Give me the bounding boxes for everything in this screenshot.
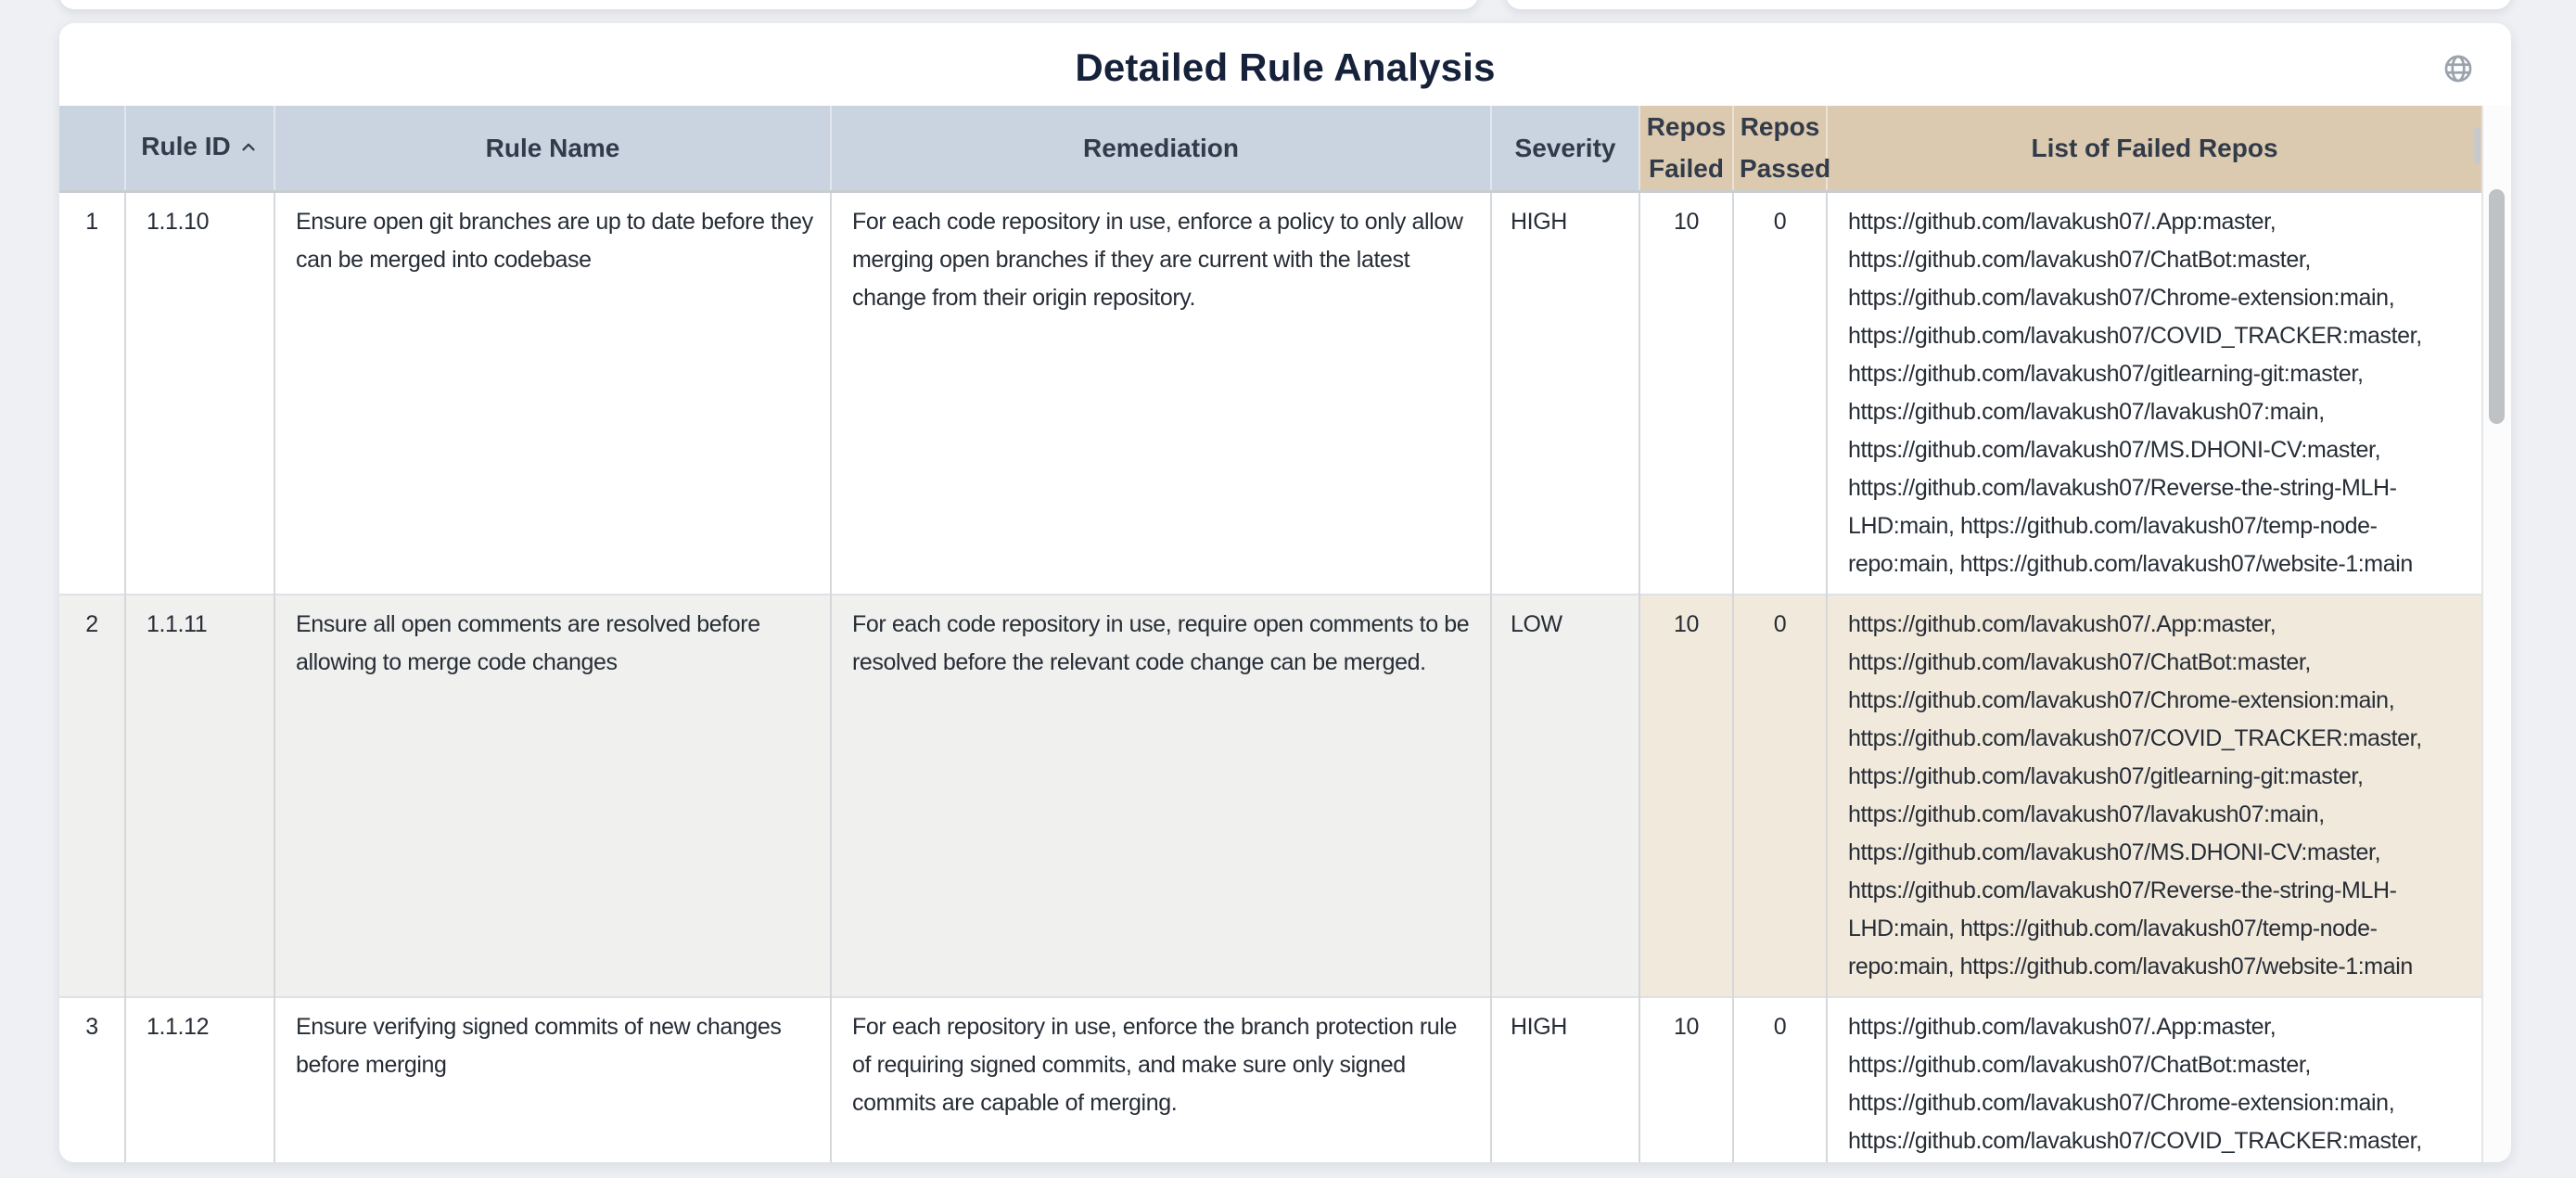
- column-header-row-number: [59, 106, 125, 191]
- top-card-left: [59, 0, 1478, 9]
- severity-cell: HIGH: [1491, 191, 1639, 595]
- column-header-repos-failed[interactable]: Repos Failed: [1639, 106, 1733, 191]
- rule-id-cell: 1.1.11: [125, 595, 274, 997]
- remediation-cell: For each code repository in use, require…: [831, 595, 1491, 997]
- top-card-right: [1506, 0, 2511, 9]
- repos-failed-cell: 10: [1639, 997, 1733, 1162]
- severity-cell: HIGH: [1491, 997, 1639, 1162]
- column-header-failed-repos-list[interactable]: List of Failed Repos: [1827, 106, 2481, 191]
- repos-failed-cell: 10: [1639, 191, 1733, 595]
- repos-failed-cell: 10: [1639, 595, 1733, 997]
- sort-ascending-icon: [238, 134, 259, 163]
- globe-icon[interactable]: [2442, 53, 2474, 84]
- vertical-scrollbar-thumb[interactable]: [2489, 189, 2505, 424]
- repos-passed-cell: 0: [1733, 595, 1827, 997]
- rule-analysis-table-container: Rule ID Rule Name Remediation Severity R…: [59, 106, 2481, 1162]
- column-resize-handle[interactable]: [2474, 127, 2480, 164]
- column-header-rule-name[interactable]: Rule Name: [274, 106, 831, 191]
- failed-repos-list-cell: https://github.com/lavakush07/.App:maste…: [1827, 191, 2481, 595]
- row-number: 1: [59, 191, 125, 595]
- column-header-rule-id-label: Rule ID: [141, 132, 230, 160]
- failed-repos-list-cell: https://github.com/lavakush07/.App:maste…: [1827, 595, 2481, 997]
- severity-cell: LOW: [1491, 595, 1639, 997]
- rule-name-cell: Ensure open git branches are up to date …: [274, 191, 831, 595]
- vertical-scrollbar-track[interactable]: [2481, 106, 2511, 1162]
- failed-repos-list-cell: https://github.com/lavakush07/.App:maste…: [1827, 997, 2481, 1162]
- table-row: 1 1.1.10 Ensure open git branches are up…: [59, 191, 2481, 595]
- column-header-rule-id[interactable]: Rule ID: [125, 106, 274, 191]
- detailed-rule-analysis-card: Detailed Rule Analysis Rule ID Rule Name: [59, 23, 2511, 1162]
- table-header-row: Rule ID Rule Name Remediation Severity R…: [59, 106, 2481, 191]
- column-header-repos-passed[interactable]: Repos Passed: [1733, 106, 1827, 191]
- remediation-cell: For each repository in use, enforce the …: [831, 997, 1491, 1162]
- remediation-cell: For each code repository in use, enforce…: [831, 191, 1491, 595]
- table-row: 2 1.1.11 Ensure all open comments are re…: [59, 595, 2481, 997]
- rule-name-cell: Ensure verifying signed commits of new c…: [274, 997, 831, 1162]
- row-number: 2: [59, 595, 125, 997]
- column-header-remediation[interactable]: Remediation: [831, 106, 1491, 191]
- rule-id-cell: 1.1.10: [125, 191, 274, 595]
- rule-id-cell: 1.1.12: [125, 997, 274, 1162]
- rule-analysis-table: Rule ID Rule Name Remediation Severity R…: [59, 106, 2481, 1162]
- page-title: Detailed Rule Analysis: [59, 45, 2511, 90]
- rule-name-cell: Ensure all open comments are resolved be…: [274, 595, 831, 997]
- repos-passed-cell: 0: [1733, 191, 1827, 595]
- row-number: 3: [59, 997, 125, 1162]
- repos-passed-cell: 0: [1733, 997, 1827, 1162]
- column-header-severity[interactable]: Severity: [1491, 106, 1639, 191]
- table-row: 3 1.1.12 Ensure verifying signed commits…: [59, 997, 2481, 1162]
